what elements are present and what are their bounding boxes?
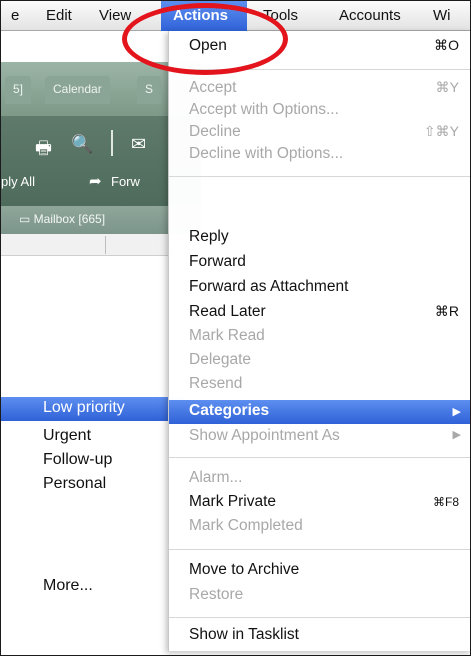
menu-item-accept[interactable]: Accept ⌘Y — [189, 79, 470, 101]
tab-calendar[interactable]: Calendar — [45, 76, 110, 104]
menu-item-label: Forward — [189, 253, 246, 270]
submenu-arrow-icon: ▶ — [452, 429, 461, 441]
reply-all-button[interactable]: ply All — [1, 174, 35, 189]
menu-item-label: Show in Tasklist — [189, 626, 299, 643]
menu-item-mark-completed[interactable]: Mark Completed — [189, 517, 470, 539]
menu-item-label: Delegate — [189, 351, 252, 368]
menu-item-move-to-archive[interactable]: Move to Archive — [189, 561, 470, 583]
menu-item-resend[interactable]: Resend — [189, 375, 470, 397]
category-more[interactable]: More... — [43, 577, 93, 595]
annotation-circle — [122, 3, 288, 75]
menu-divider — [169, 549, 470, 550]
menu-item-label: Mark Read — [189, 327, 265, 344]
menu-item-reply[interactable]: Reply — [189, 228, 470, 250]
menu-item-label: Mark Private — [189, 493, 276, 510]
menu-item-forward[interactable]: Forward — [189, 253, 470, 275]
forward-icon: ➦ — [89, 173, 102, 190]
menu-item-label: Read Later — [189, 303, 266, 320]
menu-item-label: Mark Completed — [189, 517, 303, 534]
menu-item-label: Alarm... — [189, 469, 243, 486]
category-low-priority[interactable]: Low priority — [1, 397, 183, 421]
shortcut-label: ⌘O — [434, 37, 459, 53]
categories-submenu: Low priority Urgent Follow-up Personal M… — [1, 397, 183, 655]
envelope-icon[interactable]: ✉ — [131, 134, 146, 155]
forward-button[interactable]: Forw — [111, 174, 140, 189]
shortcut-label: ⇧⌘Y — [423, 123, 459, 139]
menu-item-alarm[interactable]: Alarm... — [189, 469, 470, 491]
menu-item-label: Move to Archive — [189, 561, 300, 578]
menu-item-mark-private[interactable]: Mark Private ⌘F8 — [189, 493, 470, 515]
tab-mail[interactable]: 5] — [5, 76, 32, 104]
menu-item-forward-as-attachment[interactable]: Forward as Attachment — [189, 278, 470, 300]
column-divider[interactable] — [105, 236, 106, 254]
menu-item-show-in-tasklist[interactable]: Show in Tasklist — [189, 626, 470, 648]
search-icon[interactable]: 🔍 — [71, 134, 93, 155]
shortcut-label: ⌘R — [434, 303, 459, 319]
menu-item-categories[interactable]: Categories ▶ — [169, 400, 470, 424]
menu-item-label: Accept — [189, 79, 237, 96]
category-personal[interactable]: Personal — [43, 475, 106, 493]
menu-divider — [169, 457, 470, 458]
menu-item-label: Decline with Options... — [189, 145, 344, 162]
print-icon[interactable]: 🖶 — [35, 136, 52, 166]
menu-item-label: Accept with Options... — [189, 101, 339, 118]
menu-item-show-appointment-as[interactable]: Show Appointment As ▶ — [189, 427, 470, 449]
menu-accounts[interactable]: Accounts — [339, 7, 401, 24]
shortcut-label: ⌘F8 — [432, 495, 459, 509]
menu-item-label: Show Appointment As — [189, 427, 340, 444]
menu-item-label: Resend — [189, 375, 243, 392]
menu-item-label: Reply — [189, 228, 229, 245]
menu-item-label: Categories — [189, 402, 270, 419]
tab-other[interactable]: S — [137, 76, 162, 104]
menu-divider — [169, 176, 470, 177]
menu-item-delegate[interactable]: Delegate — [189, 351, 470, 373]
menu-item-decline[interactable]: Decline ⇧⌘Y — [189, 123, 470, 145]
actions-menu: Open ⌘O Accept ⌘Y Accept with Options...… — [168, 31, 470, 651]
toolbar-separator — [111, 130, 113, 156]
menu-file[interactable]: e — [11, 7, 19, 24]
menu-edit[interactable]: Edit — [46, 7, 72, 24]
menu-item-label: Decline — [189, 123, 241, 140]
folder-label: Mailbox [665] — [33, 212, 106, 226]
menu-item-mark-read[interactable]: Mark Read — [189, 327, 470, 349]
submenu-arrow-icon: ▶ — [452, 406, 461, 418]
menu-divider — [169, 617, 470, 618]
category-urgent[interactable]: Urgent — [43, 427, 91, 445]
mailbox-icon: ▭ — [19, 212, 34, 226]
menu-item-decline-with-options[interactable]: Decline with Options... — [189, 145, 470, 167]
menu-window[interactable]: Wi — [433, 7, 451, 24]
shortcut-label: ⌘Y — [435, 79, 459, 95]
category-follow-up[interactable]: Follow-up — [43, 451, 112, 469]
menu-item-accept-with-options[interactable]: Accept with Options... — [189, 101, 470, 123]
menu-item-read-later[interactable]: Read Later ⌘R — [189, 303, 470, 325]
menu-item-label: Restore — [189, 586, 244, 603]
menu-view[interactable]: View — [99, 7, 131, 24]
screenshot-frame: 5] Calendar S 🖶 🔍 ✉ ply All ➦ Forw ▭ Mai… — [0, 0, 471, 656]
menu-item-restore[interactable]: Restore — [189, 586, 470, 608]
menu-item-label: Forward as Attachment — [189, 278, 349, 295]
